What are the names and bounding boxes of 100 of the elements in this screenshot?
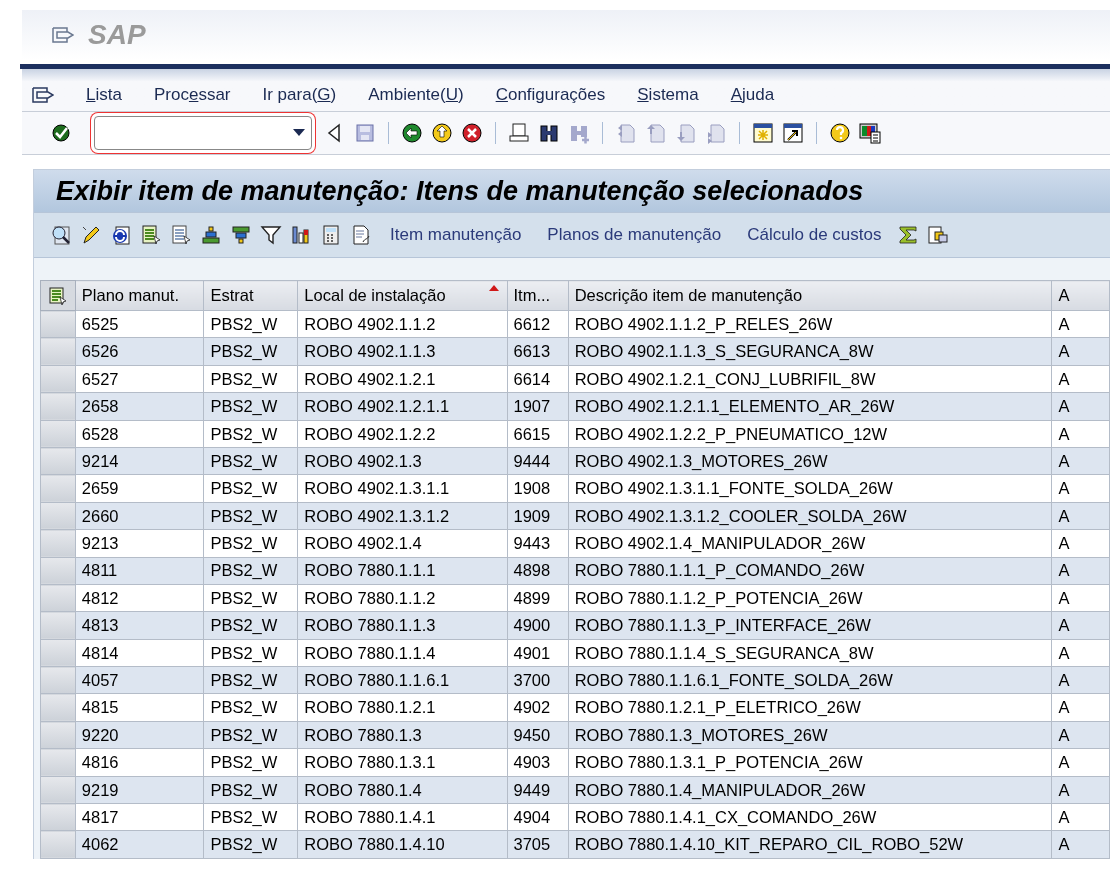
bar-chart-icon[interactable] <box>290 224 312 246</box>
table-cell: 9444 <box>507 447 569 475</box>
table-cell: 4901 <box>507 639 569 667</box>
table-cell: A <box>1051 447 1110 475</box>
help-icon[interactable] <box>829 122 851 144</box>
back-icon[interactable] <box>401 122 423 144</box>
table-cell: 1908 <box>507 474 569 503</box>
table-cell: 4816 <box>75 748 204 777</box>
table-cell: A <box>1051 693 1110 722</box>
menu-item[interactable]: Processar <box>153 82 231 108</box>
table-cell: A <box>1051 420 1110 448</box>
table-cell: 4898 <box>507 557 569 585</box>
table-cell: ROBO 4902.1.3.1.1_FONTE_SOLDA_26W <box>568 474 1052 503</box>
table-cell: 4057 <box>75 666 204 694</box>
table-cell: ROBO 4902.1.3.1.1 <box>297 474 507 503</box>
toolbar-button[interactable]: Planos de manutenção <box>547 222 722 248</box>
sort-descending-icon[interactable] <box>230 224 252 246</box>
table-cell: 1907 <box>507 392 569 421</box>
toolbar-button[interactable]: Cálculo de custos <box>747 222 882 248</box>
filter-icon[interactable] <box>260 224 282 246</box>
monitor-icon[interactable] <box>859 122 881 144</box>
table-cell: A <box>1051 611 1110 640</box>
table-cell: ROBO 4902.1.1.3 <box>297 337 507 366</box>
table-cell: ROBO 4902.1.1.2 <box>297 310 507 338</box>
table-cell: 4902 <box>507 693 569 722</box>
table-cell: PBS2_W <box>203 584 298 612</box>
table-cell: A <box>1051 776 1110 804</box>
table-cell: PBS2_W <box>203 502 298 530</box>
sort-ascending-icon[interactable] <box>200 224 222 246</box>
calculator-icon[interactable] <box>320 224 342 246</box>
table-cell: A <box>1051 639 1110 667</box>
table-cell: 2659 <box>75 474 204 503</box>
table-cell: 4811 <box>75 557 204 585</box>
new-window-icon[interactable] <box>752 122 774 144</box>
column-header[interactable]: Local de instalação <box>297 280 507 311</box>
next-page-icon[interactable] <box>675 122 697 144</box>
column-header[interactable]: Descrição item de manutenção <box>568 280 1052 311</box>
toolbar-button[interactable]: Item manutenção <box>390 222 522 248</box>
column-header[interactable]: Estrat <box>203 280 298 311</box>
table-cell: ROBO 7880.1.1.1 <box>297 557 507 585</box>
magnifier-icon[interactable] <box>50 224 72 246</box>
layout-icon[interactable] <box>48 286 67 305</box>
table-cell: A <box>1051 666 1110 694</box>
table-cell: ROBO 7880.1.4.10 <box>297 830 507 859</box>
table-cell: PBS2_W <box>203 474 298 503</box>
sort-arrow-icon <box>488 285 499 291</box>
table-cell: 6613 <box>507 337 569 366</box>
table-cell: 6612 <box>507 310 569 338</box>
table-cell: A <box>1051 557 1110 585</box>
table-cell: ROBO 4902.1.4 <box>297 529 507 557</box>
table-cell: A <box>1051 365 1110 393</box>
menu-item[interactable]: Ir para(G) <box>262 82 337 108</box>
table-cell: PBS2_W <box>203 830 298 859</box>
refresh-icon[interactable] <box>110 224 132 246</box>
menu-icon[interactable] <box>52 27 74 43</box>
menu-item[interactable]: Lista <box>86 82 122 108</box>
dropdown-arrow-icon[interactable] <box>293 129 305 137</box>
table-cell: 2660 <box>75 502 204 530</box>
table-cell: PBS2_W <box>203 392 298 421</box>
table-cell: 9443 <box>507 529 569 557</box>
table-cell: 2658 <box>75 392 204 421</box>
table-cell: PBS2_W <box>203 365 298 393</box>
table-cell: A <box>1051 502 1110 530</box>
previous-page-icon[interactable] <box>645 122 667 144</box>
menu-item[interactable]: Configurações <box>495 82 606 108</box>
table-cell: A <box>1051 584 1110 612</box>
table-cell: PBS2_W <box>203 639 298 667</box>
table-cell: A <box>1051 830 1110 859</box>
table-cell: ROBO 4902.1.4_MANIPULADOR_26W <box>568 529 1052 557</box>
table-cell: A <box>1051 392 1110 421</box>
menu-item[interactable]: Ajuda <box>730 82 775 108</box>
column-header[interactable]: A <box>1051 280 1110 311</box>
table-cell: ROBO 7880.1.4.1 <box>297 803 507 831</box>
exit-icon[interactable] <box>431 122 453 144</box>
layout-icon[interactable] <box>170 224 192 246</box>
document-icon[interactable] <box>350 224 372 246</box>
table-cell: ROBO 4902.1.1.3_S_SEGURANCA_8W <box>568 337 1052 366</box>
pencil-icon[interactable] <box>80 224 102 246</box>
table-cell: A <box>1051 474 1110 503</box>
table-cell: ROBO 4902.1.1.2_P_RELES_26W <box>568 310 1052 338</box>
layout-select-icon[interactable] <box>140 224 162 246</box>
cancel-icon[interactable] <box>461 122 483 144</box>
table-cell: 4903 <box>507 748 569 777</box>
menu-item[interactable]: Sistema <box>637 82 699 108</box>
last-page-icon[interactable] <box>705 122 727 144</box>
table-cell: PBS2_W <box>203 776 298 804</box>
shortcut-window-icon[interactable] <box>782 122 804 144</box>
save-icon[interactable] <box>354 122 376 144</box>
copy-icon[interactable] <box>927 224 950 246</box>
column-header[interactable]: Plano manut. <box>75 280 204 311</box>
table-cell: ROBO 7880.1.1.2_P_POTENCIA_26W <box>568 584 1052 612</box>
table-cell: 4817 <box>75 803 204 831</box>
menu-icon[interactable] <box>32 87 54 103</box>
table-cell: ROBO 4902.1.2.1 <box>297 365 507 393</box>
column-header[interactable]: Itm... <box>507 280 569 311</box>
table-cell: A <box>1051 310 1110 338</box>
print-icon[interactable] <box>508 122 530 144</box>
checkmark-icon[interactable] <box>50 122 72 144</box>
menu-item[interactable]: Ambiente(U) <box>368 82 464 108</box>
sigma-icon[interactable] <box>897 224 920 246</box>
